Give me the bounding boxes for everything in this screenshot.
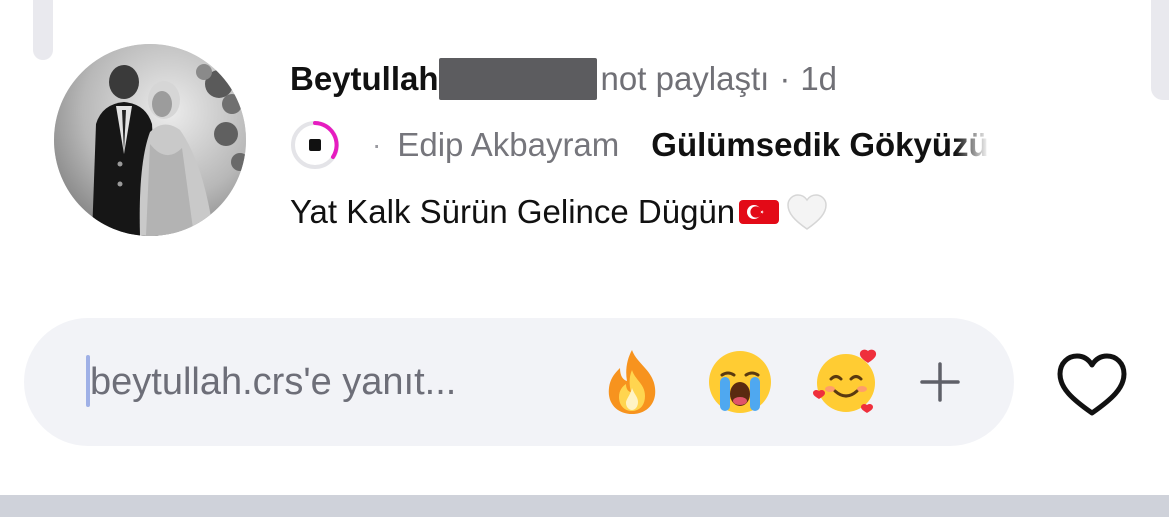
reply-bar — [24, 318, 1014, 446]
add-reaction-button[interactable] — [912, 354, 968, 410]
white-heart-emoji-icon — [787, 194, 827, 230]
fire-emoji-icon[interactable] — [596, 346, 668, 418]
turkey-flag-emoji-icon — [739, 200, 780, 224]
avatar-photo — [54, 44, 246, 236]
smiling-face-with-hearts-emoji-icon[interactable] — [810, 346, 882, 418]
loudly-crying-emoji-icon[interactable] — [704, 346, 776, 418]
drag-handle[interactable] — [33, 0, 53, 60]
note-action-label: not paylaştı — [600, 60, 770, 97]
timestamp: 1d — [800, 60, 838, 97]
music-row[interactable]: · Edip Akbayram Gülümsedik Gökyüzü — [288, 120, 989, 170]
separator-dot: · — [779, 60, 791, 97]
like-button[interactable] — [1054, 350, 1130, 420]
music-separator-dot: · — [372, 129, 382, 160]
heart-outline-icon — [1057, 353, 1127, 416]
note-text-row: Yat Kalk Sürün Gelince Dügün — [290, 188, 829, 236]
bottom-strip — [0, 495, 1169, 517]
username[interactable]: Beytullah — [290, 60, 439, 98]
note-text: Yat Kalk Sürün Gelince Dügün — [290, 193, 736, 230]
sheet-edge — [1151, 0, 1169, 100]
note-sheet: Beytullah not paylaştı · 1d · Edip Akbay… — [0, 0, 1169, 495]
reply-input[interactable] — [90, 352, 560, 412]
redacted-username-block — [438, 58, 597, 100]
avatar[interactable] — [54, 44, 246, 236]
plus-icon — [920, 362, 960, 402]
music-play-toggle-icon[interactable] — [288, 118, 342, 172]
music-artist: Edip Akbayram — [397, 126, 620, 163]
music-song-title: Gülümsedik Gökyüzü — [651, 126, 989, 163]
note-header: Beytullah not paylaştı · 1d — [290, 56, 837, 102]
